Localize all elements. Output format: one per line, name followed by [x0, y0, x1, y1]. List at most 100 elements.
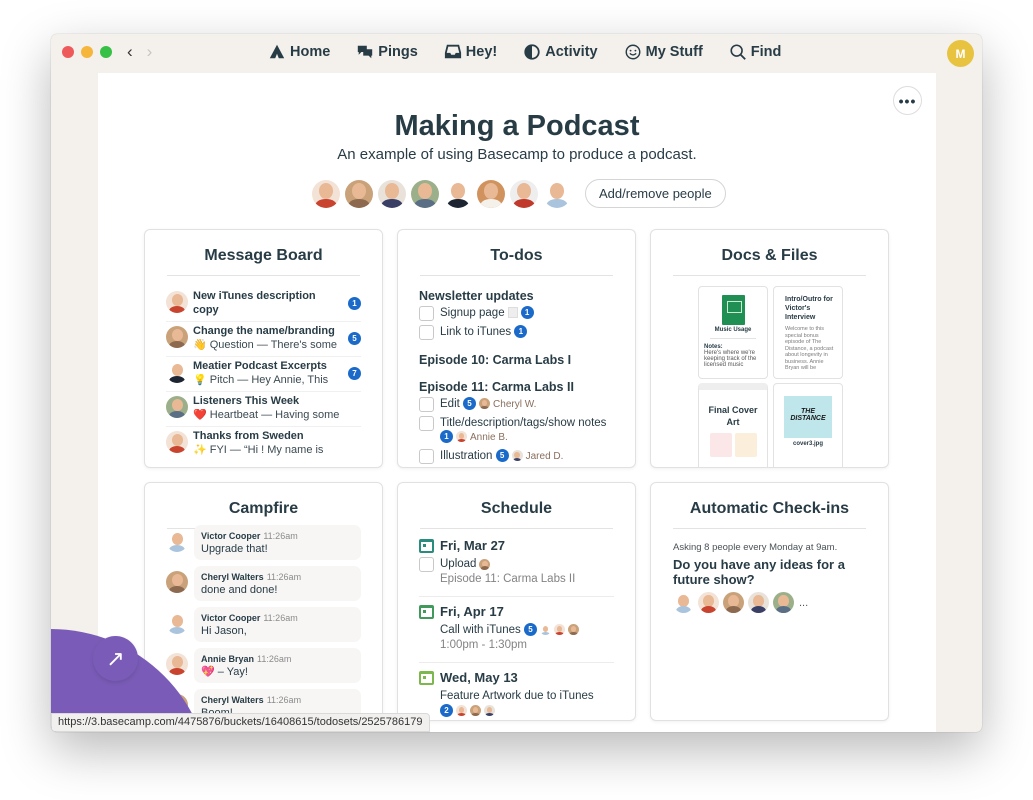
- message-title: New iTunes description copy: [193, 290, 316, 316]
- schedule-event[interactable]: Fri, Mar 27 Upload Episode 11: Carma Lab…: [419, 538, 614, 597]
- list-item[interactable]: Meatier Podcast Excerpts 💡 Pitch — Hey An…: [166, 357, 361, 392]
- list-item[interactable]: Listeners This Week ❤️ Heartbeat — Having…: [166, 392, 361, 427]
- nav-home-label: Home: [290, 44, 331, 60]
- avatar[interactable]: [345, 179, 373, 208]
- avatar[interactable]: [378, 179, 406, 208]
- message-board-card[interactable]: Message Board New iTunes description cop…: [144, 229, 383, 468]
- todo-list-title[interactable]: Episode 11: Carma Labs II: [419, 380, 617, 394]
- comment-count-badge: 5: [463, 397, 477, 411]
- nav-home[interactable]: Home: [268, 43, 330, 61]
- campfire-card[interactable]: Campfire Victor Cooper 11:26am Upgrade tha…: [144, 482, 383, 721]
- avatar[interactable]: [477, 179, 505, 208]
- schedule-event[interactable]: Fri, Apr 17 Call with iTunes 5 1:00pm - …: [419, 604, 614, 663]
- todo-checkbox[interactable]: [419, 416, 434, 431]
- todo-checkbox[interactable]: [419, 557, 434, 572]
- nav-activity[interactable]: Activity: [523, 43, 598, 61]
- chevron-left-icon[interactable]: ‹: [127, 42, 133, 62]
- people-row: Add/remove people: [312, 179, 726, 208]
- checkin-question[interactable]: Asking 8 people every Monday at 9am. Do …: [673, 542, 870, 613]
- todo-checkbox[interactable]: [419, 306, 434, 321]
- todo-list-title[interactable]: Episode 10: Carma Labs I: [419, 353, 617, 367]
- avatar: [166, 361, 188, 383]
- project-description: An example of using Basecamp to produce …: [337, 146, 697, 163]
- zoom-window-button[interactable]: [100, 46, 112, 58]
- message-title: Change the name/branding: [193, 325, 335, 337]
- timestamp: 11:26am: [263, 613, 298, 623]
- assignee-name: Cheryl W.: [493, 399, 537, 410]
- folder-tile-final-cover-art[interactable]: Final Cover Art and 7 more: [698, 383, 768, 467]
- card-title[interactable]: Schedule: [398, 500, 635, 518]
- todo-checkbox[interactable]: [419, 449, 434, 464]
- avatar[interactable]: [510, 179, 538, 208]
- todo-list-title[interactable]: Newsletter updates: [419, 289, 617, 303]
- nav-my-stuff[interactable]: My Stuff: [624, 43, 703, 61]
- timestamp: 11:26am: [263, 531, 298, 541]
- avatar[interactable]: [411, 179, 439, 208]
- schedule-events: Fri, Mar 27 Upload Episode 11: Carma Lab…: [419, 538, 614, 720]
- close-window-button[interactable]: [62, 46, 74, 58]
- todo-item: Illustration 5 Jared D.: [419, 449, 617, 464]
- chevron-right-icon[interactable]: ›: [147, 42, 153, 62]
- schedule-event[interactable]: Wed, May 13 Feature Artwork due to iTune…: [419, 670, 614, 720]
- avatar: [166, 396, 188, 418]
- checkins-card[interactable]: Automatic Check-ins Asking 8 people ever…: [650, 482, 889, 721]
- todos-card[interactable]: To-dos Newsletter updates Signup page 1 L…: [397, 229, 636, 468]
- card-title[interactable]: Automatic Check-ins: [651, 500, 888, 518]
- top-navigation: Home Pings Hey! Activity My Stuff Find: [268, 43, 781, 61]
- calendar-icon: [419, 604, 434, 619]
- chat-message: Victor Cooper 11:26am Hi Jason,: [166, 607, 361, 642]
- list-item[interactable]: New iTunes description copy 1: [166, 287, 361, 322]
- doc-tile-intro-outro[interactable]: Intro/Outro for Victor's Interview Welco…: [773, 286, 843, 379]
- author-name: Victor Cooper: [201, 613, 261, 623]
- todo-checkbox[interactable]: [419, 325, 434, 340]
- doc-name: Intro/Outro for Victor's Interview: [785, 296, 833, 321]
- card-title[interactable]: Message Board: [145, 247, 382, 265]
- avatar: [673, 592, 694, 613]
- avatar: [479, 559, 491, 570]
- minimize-window-button[interactable]: [81, 46, 93, 58]
- doc-tile-music-usage[interactable]: Music Usage Notes: Here's where we're ke…: [698, 286, 768, 379]
- todo-label[interactable]: Title/description/tags/show notes: [440, 417, 606, 429]
- avatar: [166, 530, 188, 552]
- card-title[interactable]: To-dos: [398, 247, 635, 265]
- assignee-name: Annie B.: [470, 432, 508, 443]
- list-item[interactable]: Change the name/branding 👋 Question — The…: [166, 322, 361, 357]
- event-title: Call with iTunes: [440, 624, 521, 636]
- arrow-up-right-icon[interactable]: ↗: [93, 636, 138, 681]
- todo-checkbox[interactable]: [419, 397, 434, 412]
- google-sheet-icon: [721, 295, 745, 325]
- docs-files-card[interactable]: Docs & Files Music Usage Notes: Here's w…: [650, 229, 889, 468]
- thumbnail: [709, 433, 732, 457]
- card-title[interactable]: Docs & Files: [651, 247, 888, 265]
- notes-text: Here's where we're keeping track of the …: [704, 350, 757, 368]
- avatar[interactable]: [444, 179, 472, 208]
- nav-pings[interactable]: Pings: [356, 43, 418, 61]
- assignee-name: Jared D.: [525, 451, 564, 462]
- schedule-card[interactable]: Schedule Fri, Mar 27 Upload Episode 11: …: [397, 482, 636, 721]
- page-title: Making a Podcast: [394, 110, 640, 142]
- list-item[interactable]: Thanks from Sweden ✨ FYI — “Hi ! My name …: [166, 427, 361, 462]
- todo-label[interactable]: Signup page: [440, 307, 505, 319]
- avatar: [773, 592, 794, 613]
- image-tile-cover3[interactable]: THE DISTANCE cover3.jpg: [773, 383, 843, 467]
- author-name: Annie Bryan: [201, 654, 255, 664]
- folder-thumbnails: [704, 433, 762, 457]
- user-avatar[interactable]: M: [947, 40, 974, 67]
- nav-hey[interactable]: Hey!: [444, 43, 497, 61]
- avatar[interactable]: [543, 179, 571, 208]
- nav-find[interactable]: Find: [729, 43, 781, 61]
- chat-message: Annie Bryan 11:26am 💖 – Yay!: [166, 648, 361, 683]
- card-title[interactable]: Campfire: [145, 500, 382, 518]
- avatar: [166, 612, 188, 634]
- timestamp: 11:26am: [266, 695, 302, 705]
- avatar: [470, 705, 481, 717]
- todo-label[interactable]: Illustration: [440, 450, 492, 462]
- avatar: [166, 326, 188, 348]
- todo-label[interactable]: Link to iTunes: [440, 326, 511, 338]
- nav-hey-label: Hey!: [465, 44, 498, 60]
- nav-pings-label: Pings: [378, 44, 418, 60]
- avatar[interactable]: [312, 179, 340, 208]
- add-remove-people-button[interactable]: Add/remove people: [585, 179, 726, 208]
- message-title: Thanks from Sweden: [193, 430, 304, 442]
- todo-label[interactable]: Edit: [440, 398, 460, 410]
